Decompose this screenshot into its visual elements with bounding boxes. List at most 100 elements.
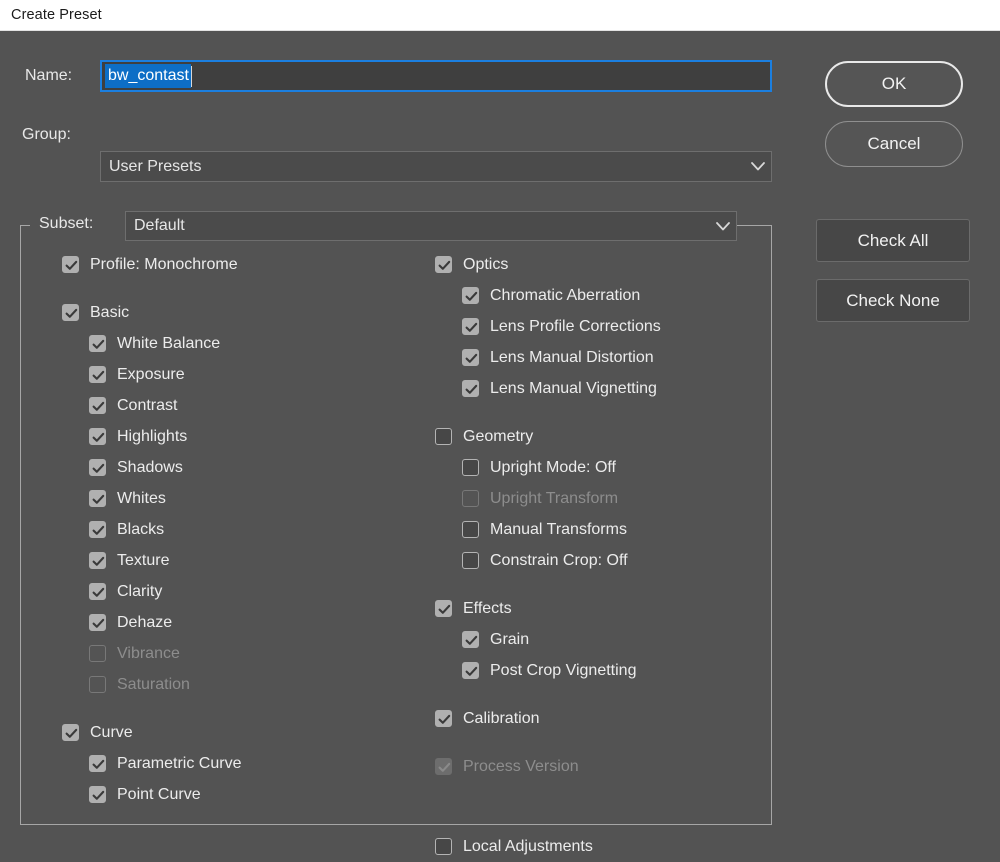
checkbox-row[interactable]: Upright Mode: Off [435, 452, 755, 483]
checkbox-unchecked-icon[interactable] [89, 676, 106, 693]
checkbox-label: Point Curve [117, 785, 201, 803]
checkbox-unchecked-icon[interactable] [462, 521, 479, 538]
checkbox-row[interactable]: Dehaze [62, 607, 402, 638]
checkbox-row[interactable]: Calibration [435, 703, 755, 734]
checkbox-row[interactable]: Whites [62, 483, 402, 514]
checkbox-row[interactable]: Lens Manual Distortion [435, 342, 755, 373]
checkbox-checked-icon[interactable] [89, 755, 106, 772]
checkbox-checked-icon[interactable] [435, 710, 452, 727]
checkbox-label: Texture [117, 551, 170, 569]
checkbox-checked-icon[interactable] [435, 758, 452, 775]
checkbox-checked-icon[interactable] [462, 349, 479, 366]
checkbox-row[interactable]: Upright Transform [435, 483, 755, 514]
checkbox-label: Manual Transforms [490, 520, 627, 538]
checkbox-row[interactable]: Lens Manual Vignetting [435, 373, 755, 404]
checkbox-label: Lens Manual Vignetting [490, 379, 657, 397]
checkbox-checked-icon[interactable] [62, 256, 79, 273]
checkbox-unchecked-icon[interactable] [89, 645, 106, 662]
groupbox-top-right-rule [737, 225, 772, 226]
checkbox-checked-icon[interactable] [435, 600, 452, 617]
checkbox-label: Shadows [117, 458, 183, 476]
checkbox-checked-icon[interactable] [89, 459, 106, 476]
checkbox-checked-icon[interactable] [462, 287, 479, 304]
checkbox-row[interactable]: Parametric Curve [62, 748, 402, 779]
ok-button[interactable]: OK [825, 61, 963, 107]
checkbox-checked-icon[interactable] [89, 490, 106, 507]
checkbox-row[interactable]: Effects [435, 593, 755, 624]
checkbox-checked-icon[interactable] [89, 583, 106, 600]
checkbox-row[interactable]: Constrain Crop: Off [435, 545, 755, 576]
checkbox-row[interactable]: Optics [435, 249, 755, 280]
checkbox-checked-icon[interactable] [62, 304, 79, 321]
checkbox-label: Upright Transform [490, 489, 619, 507]
checkbox-row[interactable]: Highlights [62, 421, 402, 452]
checkbox-row[interactable]: White Balance [62, 328, 402, 359]
checkbox-label: Lens Profile Corrections [490, 317, 661, 335]
checkbox-checked-icon[interactable] [89, 614, 106, 631]
checkbox-unchecked-icon[interactable] [462, 459, 479, 476]
name-input[interactable]: bw_contast [100, 60, 772, 92]
checkbox-label: Upright Mode: Off [490, 458, 616, 476]
create-preset-dialog: Name: bw_contast Group: User Presets Sub… [0, 31, 1000, 855]
checkbox-row[interactable]: Post Crop Vignetting [435, 655, 755, 686]
checkbox-row[interactable]: Contrast [62, 390, 402, 421]
checkbox-row[interactable]: Exposure [62, 359, 402, 390]
text-caret [190, 65, 192, 87]
checkbox-unchecked-icon[interactable] [462, 490, 479, 507]
checkbox-label: Effects [463, 599, 512, 617]
clipped-list-item[interactable]: Local Adjustments [435, 831, 593, 862]
checkbox-label: Whites [117, 489, 166, 507]
checkbox-row[interactable]: Chromatic Aberration [435, 280, 755, 311]
checkbox-row[interactable]: Blacks [62, 514, 402, 545]
checkbox-checked-icon[interactable] [462, 662, 479, 679]
checkbox-row[interactable]: Manual Transforms [435, 514, 755, 545]
checkbox-label: Saturation [117, 675, 190, 693]
checkbox-row[interactable]: Lens Profile Corrections [435, 311, 755, 342]
checkbox-row[interactable]: Texture [62, 545, 402, 576]
group-dropdown[interactable]: User Presets [100, 151, 772, 182]
checkbox-row[interactable]: Geometry [435, 421, 755, 452]
name-input-value: bw_contast [105, 63, 191, 89]
window-title: Create Preset [11, 7, 102, 23]
checkbox-label: Chromatic Aberration [490, 286, 641, 304]
checkbox-row[interactable]: Basic [62, 297, 402, 328]
chevron-down-icon [745, 162, 771, 171]
checkbox-checked-icon[interactable] [62, 724, 79, 741]
checkbox-row[interactable]: Vibrance [62, 638, 402, 669]
cancel-button[interactable]: Cancel [825, 121, 963, 167]
checkbox-row[interactable]: Saturation [62, 669, 402, 700]
check-all-button[interactable]: Check All [816, 219, 970, 262]
checkbox-row[interactable]: Grain [435, 624, 755, 655]
subset-right-column: Optics Chromatic Aberration Lens Profile C… [435, 249, 755, 782]
checkbox-checked-icon[interactable] [462, 631, 479, 648]
checkbox-checked-icon[interactable] [89, 786, 106, 803]
checkbox-checked-icon[interactable] [462, 380, 479, 397]
checkbox-checked-icon[interactable] [89, 397, 106, 414]
checkbox-row[interactable]: Shadows [62, 452, 402, 483]
subset-dropdown[interactable]: Default [125, 211, 737, 241]
checkbox-label: Exposure [117, 365, 185, 383]
groupbox-top-left-rule [20, 225, 30, 226]
checkbox-unchecked-icon[interactable] [462, 552, 479, 569]
checkbox-label: Profile: Monochrome [90, 255, 238, 273]
checkbox-row[interactable]: Process Version [435, 751, 755, 782]
checkbox-checked-icon[interactable] [89, 552, 106, 569]
checkbox-checked-icon[interactable] [435, 256, 452, 273]
check-none-button[interactable]: Check None [816, 279, 970, 322]
checkbox-unchecked-icon[interactable] [435, 838, 452, 855]
window-titlebar: Create Preset [0, 0, 1000, 31]
checkbox-row[interactable]: Clarity [62, 576, 402, 607]
checkbox-checked-icon[interactable] [89, 521, 106, 538]
checkbox-checked-icon[interactable] [462, 318, 479, 335]
checkbox-label: Curve [90, 723, 133, 741]
checkbox-row[interactable]: Curve [62, 717, 402, 748]
checkbox-checked-icon[interactable] [89, 428, 106, 445]
checkbox-label: Contrast [117, 396, 178, 414]
checkbox-checked-icon[interactable] [89, 366, 106, 383]
checkbox-checked-icon[interactable] [89, 335, 106, 352]
chevron-down-icon [710, 221, 736, 231]
subset-dropdown-value: Default [134, 217, 185, 234]
checkbox-row[interactable]: Profile: Monochrome [62, 249, 402, 280]
checkbox-unchecked-icon[interactable] [435, 428, 452, 445]
checkbox-row[interactable]: Point Curve [62, 779, 402, 810]
